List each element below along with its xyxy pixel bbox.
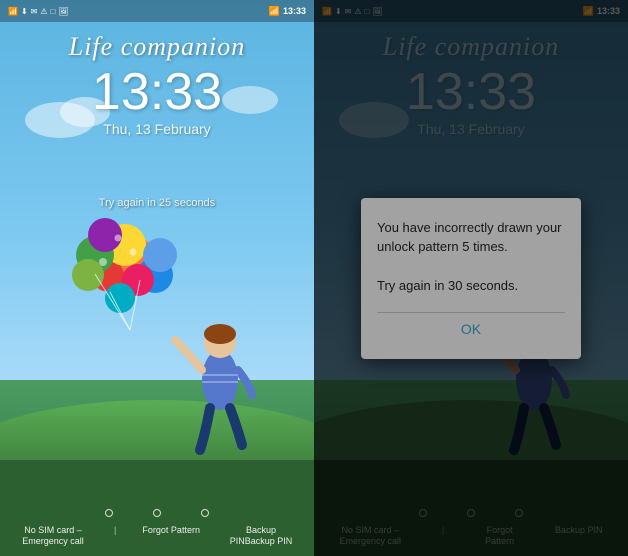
backup-pin-link[interactable]: Backup PINBackup PIN xyxy=(226,525,296,548)
right-phone-screen: 📶 ⬇ ✉ ⚠ □ 🖼 📶 13:33 Life companion 13:33… xyxy=(314,0,628,556)
dot-1 xyxy=(105,509,113,517)
lock-content: Life companion 13:33 Thu, 13 February Tr… xyxy=(0,22,314,209)
dialog-box: You have incorrectly drawn your unlock p… xyxy=(361,198,581,359)
left-phone-screen: 📶 ⬇ ✉ ⚠ □ 🖼 📶 13:33 Life companion 13:33… xyxy=(0,0,314,556)
dot-3 xyxy=(201,509,209,517)
bottom-links-left: No SIM card – Emergency call | Forgot Pa… xyxy=(0,525,314,548)
date-left: Thu, 13 February xyxy=(0,121,314,137)
dialog-message: You have incorrectly drawn your unlock p… xyxy=(377,218,565,296)
dot-2 xyxy=(153,509,161,517)
status-icons-left: 📶 ⬇ ✉ ⚠ □ 🖼 xyxy=(8,7,69,16)
bottom-area-left: No SIM card – Emergency call | Forgot Pa… xyxy=(0,509,314,556)
status-icons-right: 📶 13:33 xyxy=(269,6,306,17)
no-sim-emergency-link[interactable]: No SIM card – Emergency call xyxy=(18,525,88,548)
divider-1: | xyxy=(114,525,116,548)
try-again-left: Try again in 25 seconds xyxy=(0,197,314,209)
status-bar: 📶 ⬇ ✉ ⚠ □ 🖼 📶 13:33 xyxy=(0,0,314,22)
dialog-ok-button[interactable]: OK xyxy=(377,313,565,345)
dots-row-left xyxy=(0,509,314,517)
tagline-left: Life companion xyxy=(0,32,314,62)
status-time-left: 13:33 xyxy=(283,6,306,16)
time-left: 13:33 xyxy=(0,64,314,121)
forgot-pattern-link[interactable]: Forgot Pattern xyxy=(142,525,200,548)
dialog-overlay: You have incorrectly drawn your unlock p… xyxy=(314,0,628,556)
